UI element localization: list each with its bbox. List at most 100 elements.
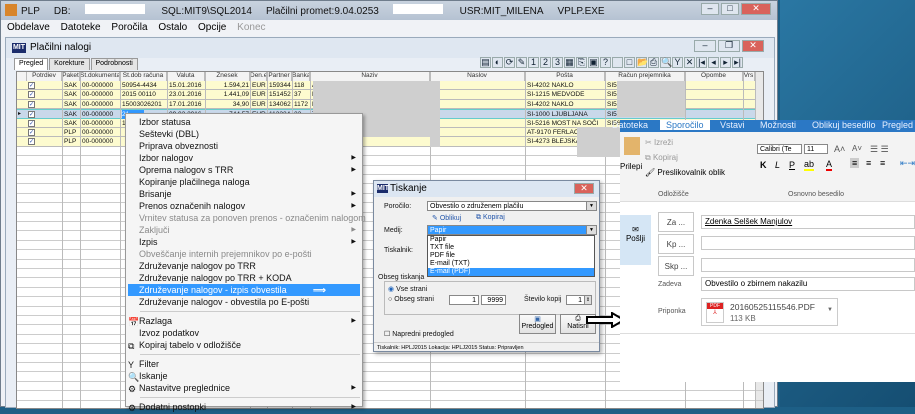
- checkbox-checked-icon[interactable]: ✓: [28, 91, 35, 99]
- child-minimize-button[interactable]: –: [694, 40, 716, 52]
- toolbar-button-5[interactable]: 2: [540, 57, 551, 68]
- dropdown-option[interactable]: E-mail (PDF): [428, 268, 594, 276]
- menu-item[interactable]: Y Filter: [128, 358, 360, 370]
- cc-field[interactable]: [701, 236, 915, 250]
- to-button[interactable]: Za ...: [658, 212, 694, 232]
- column-header[interactable]: Paket: [62, 72, 80, 81]
- font-color-icon[interactable]: A: [826, 159, 833, 171]
- menu-item[interactable]: Kopiranje plačilnega naloga: [128, 176, 360, 188]
- column-header[interactable]: Znesek: [205, 72, 250, 81]
- column-header[interactable]: Potrdiev: [27, 72, 62, 81]
- ribbon-tab[interactable]: Pregled: [882, 120, 913, 130]
- medium-select[interactable]: Papir ▼: [427, 225, 597, 235]
- tab-pregled[interactable]: Pregled: [14, 58, 49, 70]
- menu-item[interactable]: Združevanje nalogov po TRR: [128, 260, 360, 272]
- copies-stepper[interactable]: 1 ⇕: [566, 295, 592, 305]
- menu-item[interactable]: ⚙ Nastavitve preglednice ▶: [128, 382, 360, 394]
- menu-item[interactable]: Združevanje nalogov - izpis obvestila ⟹: [128, 284, 360, 296]
- toolbar-button-7[interactable]: ▦: [564, 57, 575, 68]
- menu-item[interactable]: Priprava obveznosti: [128, 140, 360, 152]
- maximize-button[interactable]: □: [721, 3, 739, 15]
- design-link[interactable]: ✎ Oblikuj: [432, 214, 461, 222]
- toolbar-button-20[interactable]: ▸: [720, 57, 731, 68]
- toolbar-button-13[interactable]: 📂: [636, 57, 648, 68]
- menu-item[interactable]: Obveščanje internih prejemnikov po e-poš…: [128, 248, 360, 260]
- tab-korekture[interactable]: Korekture: [49, 58, 90, 70]
- toolbar-button-17[interactable]: ✕: [684, 57, 695, 68]
- menu-item[interactable]: Vrnitev statusa za ponoven prenos - ozna…: [128, 212, 366, 224]
- menu-obdelave[interactable]: Obdelave: [7, 22, 50, 33]
- indent-icon[interactable]: ⇤⇥: [900, 158, 915, 169]
- column-header[interactable]: Den.enota: [250, 72, 267, 81]
- toolbar-button-2[interactable]: ⟳: [504, 57, 515, 68]
- menu-datoteke[interactable]: Datoteke: [61, 22, 101, 33]
- align-right-icon[interactable]: ≡: [880, 158, 885, 168]
- range-from-input[interactable]: 1: [449, 295, 479, 305]
- checkbox-checked-icon[interactable]: ✓: [28, 100, 35, 108]
- column-header[interactable]: Št.dob računa: [120, 72, 167, 81]
- menu-item[interactable]: Prenos označenih nalogov ▶: [128, 200, 360, 212]
- paste-button[interactable]: Prilepi: [620, 162, 642, 171]
- align-center-icon[interactable]: ≡: [866, 158, 871, 168]
- column-header[interactable]: Račun prejemnika: [605, 72, 685, 81]
- toolbar-button-12[interactable]: □: [624, 57, 635, 68]
- menu-item[interactable]: Izbor statusa: [128, 116, 360, 128]
- preview-button[interactable]: ▣ Predogled: [519, 314, 556, 334]
- toolbar-button-18[interactable]: |◂: [696, 57, 707, 68]
- format-painter-button[interactable]: 🖌 Preslikovalnik oblik: [645, 168, 725, 177]
- menu-item[interactable]: Izvoz podatkov: [128, 327, 360, 339]
- column-header[interactable]: Vrs: [743, 72, 755, 81]
- advanced-preview-checkbox[interactable]: ☐ Napredni predogled: [384, 330, 454, 338]
- menu-item[interactable]: ⚙ Dodatni postopki ▶: [128, 401, 360, 413]
- menu-item[interactable]: Izbor nalogov ▶: [128, 152, 360, 164]
- column-header[interactable]: Opombe: [685, 72, 743, 81]
- copy-link[interactable]: ⧉ Kopiraj: [476, 214, 505, 222]
- attachment-item[interactable]: PDF ⅄ 20160525115546.PDF 113 KB ▼: [701, 298, 838, 326]
- toolbar-button-0[interactable]: ▤: [480, 57, 491, 68]
- menu-item[interactable]: Združevanje nalogov - obvestila po E-poš…: [128, 296, 360, 308]
- menu-porocila[interactable]: Poročila: [111, 22, 147, 33]
- toolbar-button-8[interactable]: ⎘: [576, 57, 587, 68]
- menu-item[interactable]: Izpis ▶: [128, 236, 360, 248]
- toolbar-button-3[interactable]: ✎: [516, 57, 527, 68]
- checkbox-checked-icon[interactable]: ✓: [28, 119, 35, 127]
- align-left-icon[interactable]: ≡: [850, 158, 860, 168]
- range-to-input[interactable]: 9999: [481, 295, 506, 305]
- column-header[interactable]: Valuta: [167, 72, 205, 81]
- ribbon-tab[interactable]: Vstavi: [720, 120, 745, 130]
- toolbar-button-21[interactable]: ▸|: [732, 57, 743, 68]
- menu-item[interactable]: 📅 Razlaga ▶: [128, 315, 360, 327]
- font-name-select[interactable]: Calibri (Te: [757, 144, 802, 154]
- send-button[interactable]: ✉ Pošlji: [620, 215, 651, 265]
- cut-button[interactable]: ✂ Izreži: [645, 138, 673, 147]
- ribbon-tab[interactable]: Sporočilo: [660, 120, 710, 130]
- close-button[interactable]: ✕: [741, 3, 771, 15]
- toolbar-button-15[interactable]: 🔍: [660, 57, 672, 68]
- toolbar-button-16[interactable]: Y: [672, 57, 683, 68]
- dropdown-option[interactable]: PDF file: [428, 252, 594, 260]
- bcc-button[interactable]: Skp ...: [658, 256, 694, 276]
- toolbar-button-9[interactable]: ▣: [588, 57, 599, 68]
- menu-opcije[interactable]: Opcije: [198, 22, 226, 33]
- column-header[interactable]: Pošta: [525, 72, 605, 81]
- italic-button[interactable]: L: [775, 160, 780, 170]
- bullets-icon[interactable]: ☰ ☰: [870, 144, 889, 155]
- toolbar-button-11[interactable]: [612, 57, 623, 68]
- menu-item[interactable]: ⧉ Kopiraj tabelo v odložišče: [128, 339, 360, 351]
- column-header[interactable]: Partner: [267, 72, 292, 81]
- ribbon-tab[interactable]: Oblikuj besedilo: [812, 120, 876, 130]
- menu-item[interactable]: Brisanje ▶: [128, 188, 360, 200]
- report-select[interactable]: Obvestilo o združenem plačilu ▼: [427, 201, 597, 211]
- child-close-button[interactable]: ✕: [742, 40, 764, 52]
- bcc-field[interactable]: [701, 258, 915, 272]
- cc-button[interactable]: Kp ...: [658, 234, 694, 254]
- menu-konec[interactable]: Konec: [237, 22, 265, 33]
- menu-ostalo[interactable]: Ostalo: [158, 22, 187, 33]
- dropdown-option[interactable]: E-mail (TXT): [428, 260, 594, 268]
- dropdown-option[interactable]: TXT file: [428, 244, 594, 252]
- highlight-icon[interactable]: ab: [804, 159, 815, 171]
- page-range-radio[interactable]: ○ Obseg strani: [388, 296, 434, 303]
- column-header[interactable]: Naziv: [310, 72, 430, 81]
- dialog-close-button[interactable]: ✕: [574, 183, 594, 194]
- checkbox-checked-icon[interactable]: ✓: [28, 82, 35, 89]
